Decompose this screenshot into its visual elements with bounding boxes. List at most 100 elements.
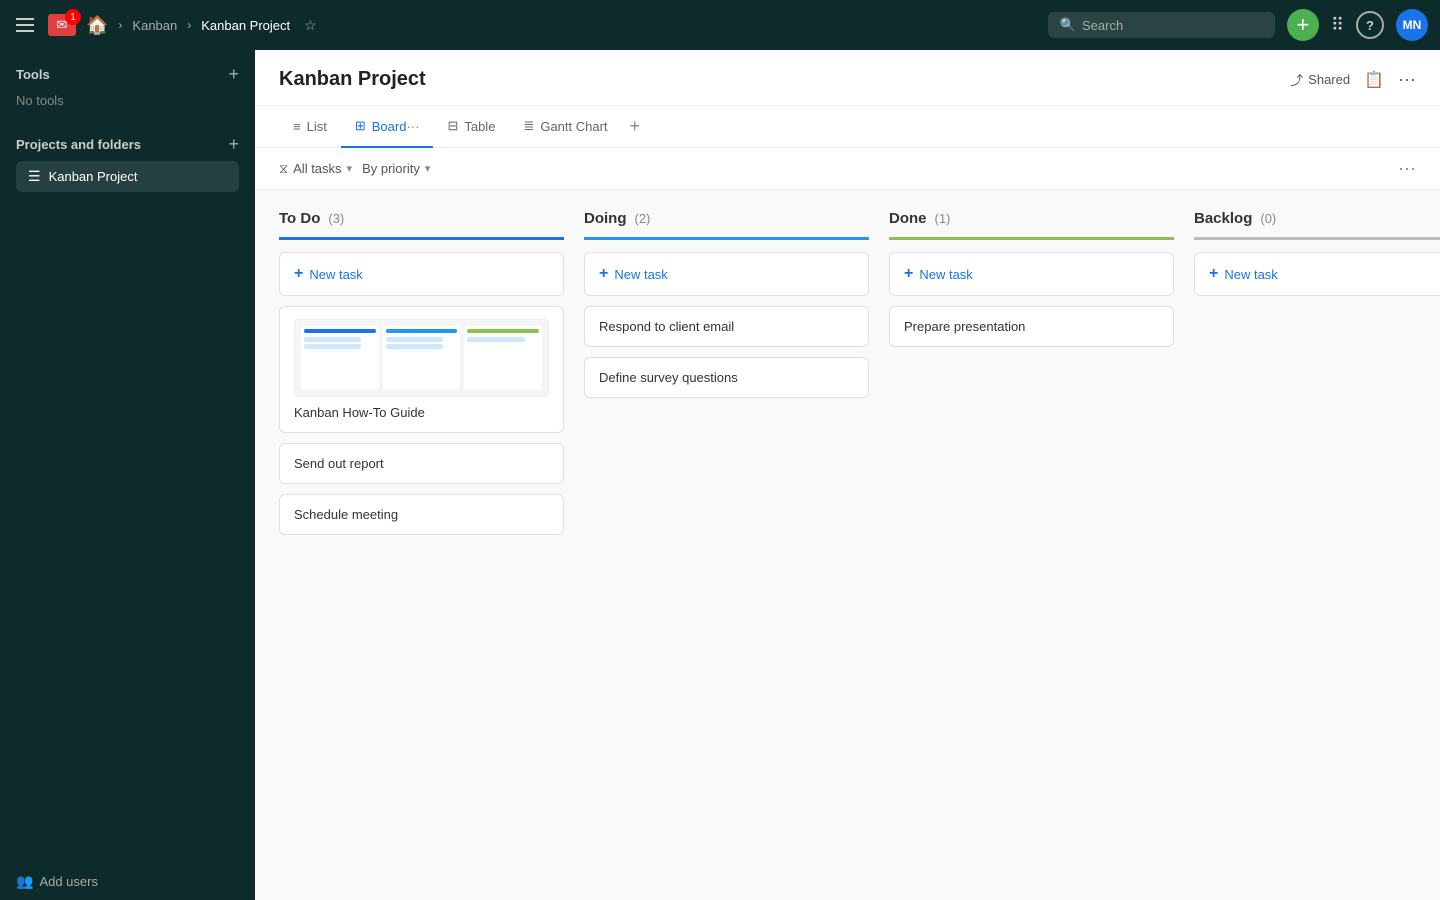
table-tab-icon: ⊟ (447, 118, 458, 134)
doing-new-task-button[interactable]: + New task (584, 252, 869, 296)
tab-list-label: List (307, 119, 327, 134)
list-tab-icon: ≡ (293, 119, 301, 134)
todo-new-task-label: New task (309, 267, 362, 282)
backlog-new-task-label: New task (1224, 267, 1277, 282)
card-send-report-title: Send out report (294, 456, 549, 471)
column-backlog-title: Backlog (1194, 210, 1252, 227)
project-header: Kanban Project ⤴ Shared 📋 ··· (255, 50, 1440, 106)
column-todo-header: To Do (3) (279, 210, 564, 240)
toolbar-more[interactable]: ··· (1398, 158, 1416, 179)
content-area: Kanban Project ⤴ Shared 📋 ··· ≡ List ⊞ B… (255, 50, 1440, 900)
menu-button[interactable] (12, 14, 38, 36)
gantt-tab-icon: ≣ (523, 118, 534, 134)
topnav-right: 🔍 + ⠿ ? MN (1048, 9, 1428, 41)
doing-add-icon: + (599, 265, 608, 283)
breadcrumb-sep-1: › (118, 18, 122, 32)
tab-board-label: Board (372, 119, 407, 134)
card-survey-questions[interactable]: Define survey questions (584, 357, 869, 398)
toolbar: ⧖ All tasks ▾ By priority ▾ ··· (255, 148, 1440, 190)
avatar[interactable]: MN (1396, 9, 1428, 41)
help-button[interactable]: ? (1356, 11, 1384, 39)
mini-col-header-1 (304, 329, 376, 333)
mini-task-2 (304, 344, 361, 349)
tab-gantt[interactable]: ≣ Gantt Chart (509, 106, 621, 148)
add-button[interactable]: + (1287, 9, 1319, 41)
sort-button[interactable]: By priority ▾ (362, 161, 430, 176)
sidebar-item-kanban-project[interactable]: ☰ Kanban Project (16, 161, 239, 192)
note-icon[interactable]: 📋 (1364, 70, 1384, 90)
sidebar-footer[interactable]: 👥 Add users (0, 863, 255, 900)
card-survey-questions-title: Define survey questions (599, 370, 854, 385)
tab-gantt-label: Gantt Chart (540, 119, 607, 134)
mail-button[interactable]: 1 (48, 14, 76, 36)
board-tab-icon: ⊞ (355, 118, 366, 134)
pin-icon[interactable]: ☆ (304, 17, 317, 34)
card-prepare-presentation[interactable]: Prepare presentation (889, 306, 1174, 347)
done-new-task-label: New task (919, 267, 972, 282)
column-doing-header: Doing (2) (584, 210, 869, 240)
column-backlog: Backlog (0) + New task (1194, 210, 1440, 306)
card-schedule-meeting-title: Schedule meeting (294, 507, 549, 522)
column-doing: Doing (2) + New task Respond to client e… (584, 210, 869, 408)
share-icon: ⤴ (1290, 70, 1303, 89)
column-doing-title: Doing (584, 210, 627, 227)
filter-chevron: ▾ (347, 162, 353, 175)
mini-col-3 (464, 326, 542, 390)
projects-title: Projects and folders (16, 137, 141, 152)
column-backlog-count: (0) (1260, 211, 1276, 226)
column-done: Done (1) + New task Prepare presentation (889, 210, 1174, 357)
more-options-icon[interactable]: ··· (1398, 69, 1416, 90)
done-new-task-button[interactable]: + New task (889, 252, 1174, 296)
main-layout: Tools + No tools Projects and folders + … (0, 50, 1440, 900)
grid-icon[interactable]: ⠿ (1331, 15, 1344, 36)
todo-new-task-button[interactable]: + New task (279, 252, 564, 296)
tab-list[interactable]: ≡ List (279, 107, 341, 148)
card-client-email-title: Respond to client email (599, 319, 854, 334)
breadcrumb-sep-2: › (187, 18, 191, 32)
tabs-bar: ≡ List ⊞ Board ··· ⊟ Table ≣ Gantt Chart… (255, 106, 1440, 148)
card-kanban-guide[interactable]: Kanban How-To Guide (279, 306, 564, 433)
card-send-report[interactable]: Send out report (279, 443, 564, 484)
search-input[interactable] (1082, 18, 1263, 33)
tab-board[interactable]: ⊞ Board ··· (341, 106, 434, 148)
project-title: Kanban Project (279, 68, 426, 105)
filter-label: All tasks (293, 161, 341, 176)
tools-add-button[interactable]: + (228, 64, 239, 85)
backlog-new-task-button[interactable]: + New task (1194, 252, 1440, 296)
done-add-icon: + (904, 265, 913, 283)
doing-new-task-label: New task (614, 267, 667, 282)
projects-section: Projects and folders + ☰ Kanban Project (0, 120, 255, 196)
home-button[interactable]: 🏠 (86, 15, 108, 36)
tab-table[interactable]: ⊟ Table (433, 106, 509, 148)
add-users-icon: 👥 (16, 873, 33, 890)
projects-add-button[interactable]: + (228, 134, 239, 155)
tools-section: Tools + No tools (0, 50, 255, 120)
column-done-title: Done (889, 210, 927, 227)
backlog-add-icon: + (1209, 265, 1218, 283)
tools-header: Tools + (16, 64, 239, 85)
kanban-project-icon: ☰ (28, 168, 41, 185)
filter-icon: ⧖ (279, 161, 288, 177)
column-doing-count: (2) (635, 211, 651, 226)
column-todo-count: (3) (328, 211, 344, 226)
mini-col-header-3 (467, 329, 539, 333)
tab-board-more[interactable]: ··· (406, 119, 419, 134)
mini-col-header-2 (386, 329, 458, 333)
breadcrumb-kanban[interactable]: Kanban (132, 18, 177, 33)
card-client-email[interactable]: Respond to client email (584, 306, 869, 347)
share-button[interactable]: ⤴ Shared (1290, 70, 1350, 89)
search-box[interactable]: 🔍 (1048, 12, 1275, 38)
tools-title: Tools (16, 67, 50, 82)
mini-col-1 (301, 326, 379, 390)
card-schedule-meeting[interactable]: Schedule meeting (279, 494, 564, 535)
column-todo-title: To Do (279, 210, 320, 227)
filter-button[interactable]: ⧖ All tasks ▾ (279, 161, 352, 177)
tab-table-label: Table (464, 119, 495, 134)
tab-add-button[interactable]: + (622, 106, 649, 147)
mini-task-5 (467, 337, 524, 342)
tools-empty: No tools (16, 91, 239, 116)
card-preview-image (294, 319, 549, 397)
sort-label: By priority (362, 161, 420, 176)
topnav-left: 1 🏠 › Kanban › Kanban Project ☆ (12, 14, 1038, 36)
column-todo: To Do (3) + New task (279, 210, 564, 545)
